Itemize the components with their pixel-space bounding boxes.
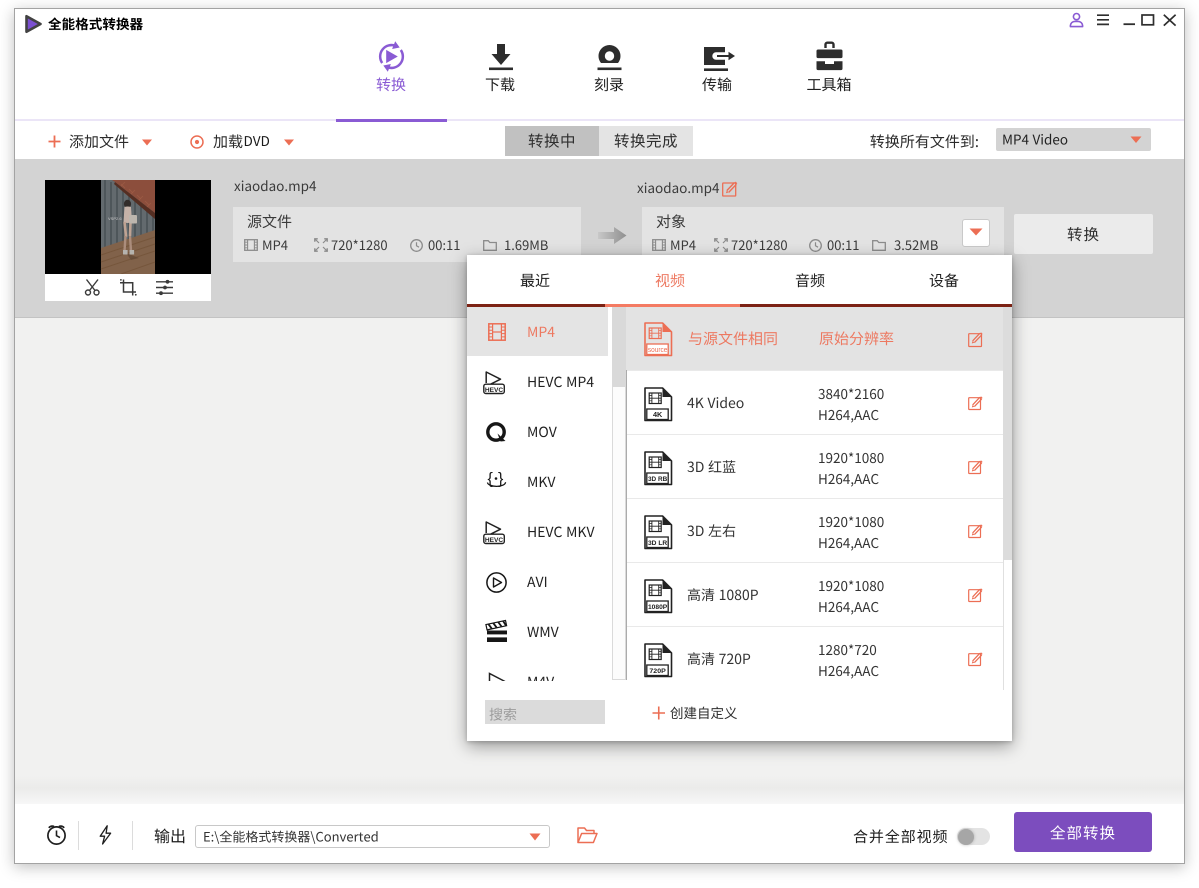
svg-text:HEVC: HEVC — [485, 537, 504, 544]
svg-text:720P: 720P — [649, 668, 666, 675]
svg-text:VSP2.6: VSP2.6 — [108, 216, 122, 221]
svg-text:source: source — [648, 347, 668, 354]
svg-text:3D LR: 3D LR — [648, 540, 668, 547]
svg-text:3D RB: 3D RB — [648, 476, 668, 483]
svg-text:HEVC: HEVC — [485, 387, 504, 394]
svg-text:1080P: 1080P — [648, 604, 667, 611]
svg-text:4K: 4K — [653, 410, 663, 419]
